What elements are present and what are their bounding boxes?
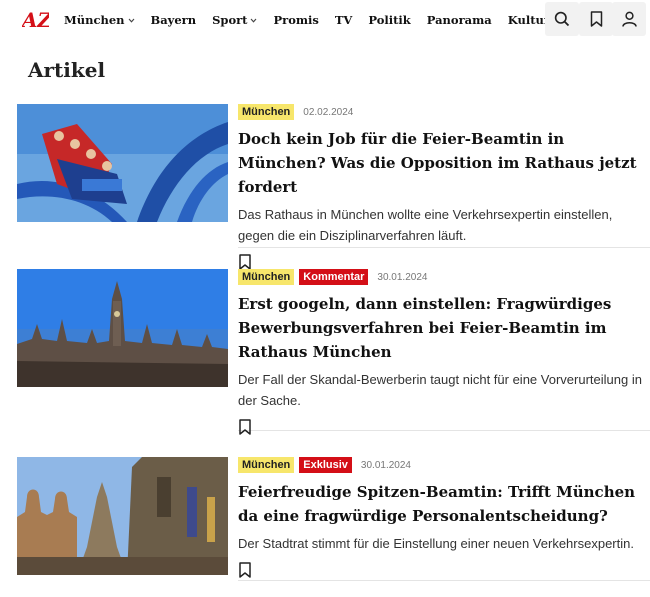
nav-item-sport[interactable]: Sport bbox=[212, 13, 257, 27]
article-meta: München Kommentar 30.01.2024 bbox=[238, 269, 650, 285]
rollercoaster-photo[interactable] bbox=[17, 104, 228, 222]
nav-item-tv[interactable]: TV bbox=[335, 13, 352, 27]
user-icon bbox=[621, 11, 637, 27]
category-tag[interactable]: München bbox=[238, 457, 295, 473]
marienplatz-photo[interactable] bbox=[17, 457, 228, 575]
article-meta: München 02.02.2024 bbox=[238, 104, 650, 120]
article-teaser-text: Der Fall der Skandal-Bewerberin taugt ni… bbox=[238, 372, 642, 408]
nav-item-label: Politik bbox=[368, 13, 411, 27]
category-tag[interactable]: München bbox=[238, 104, 295, 120]
top-navigation: AZ München Bayern Sport Promis TV Politik Pano… bbox=[0, 0, 650, 40]
nav-item-label: Bayern bbox=[150, 13, 197, 27]
nav-item-label: Sport bbox=[212, 13, 248, 27]
article-title[interactable]: Erst googeln, dann einstellen: Fragwürdi… bbox=[238, 292, 650, 364]
nav-item-label: Panorama bbox=[426, 13, 492, 27]
nav-item-label: Kultur bbox=[507, 13, 550, 27]
bookmark-icon[interactable] bbox=[238, 419, 252, 435]
article-title[interactable]: Feierfreudige Spitzen-Beamtin: Trifft Mü… bbox=[238, 480, 650, 528]
label-tag[interactable]: Exklusiv bbox=[299, 457, 352, 473]
nav-item-label: TV bbox=[334, 13, 353, 27]
article-date: 30.01.2024 bbox=[360, 459, 411, 471]
bookmark-icon bbox=[590, 11, 602, 27]
article-date: 02.02.2024 bbox=[303, 106, 354, 118]
article-teaser-text: Das Rathaus in München wollte eine Verke… bbox=[238, 207, 613, 243]
search-button[interactable] bbox=[545, 2, 579, 36]
article-meta: München Exklusiv 30.01.2024 bbox=[238, 457, 650, 473]
nav-item-label: Promis bbox=[273, 13, 319, 27]
article-teaser-text: Der Stadtrat stimmt für die Einstellung … bbox=[238, 536, 634, 551]
bookmark-icon[interactable] bbox=[238, 254, 252, 270]
account-button[interactable] bbox=[612, 2, 646, 36]
nav-item-panorama[interactable]: Panorama bbox=[427, 13, 492, 27]
nav-item-label: München bbox=[64, 13, 125, 27]
nav-item-münchen[interactable]: München bbox=[64, 13, 135, 27]
logo-text: AZ bbox=[22, 8, 49, 32]
nav-item-bayern[interactable]: Bayern bbox=[151, 13, 197, 27]
town-hall-photo[interactable] bbox=[17, 269, 228, 387]
category-tag[interactable]: München bbox=[238, 269, 295, 285]
label-tag[interactable]: Kommentar bbox=[299, 269, 369, 285]
page-title: Artikel bbox=[28, 58, 106, 82]
bookmark-icon[interactable] bbox=[238, 562, 252, 578]
az-logo[interactable]: AZ bbox=[22, 8, 49, 32]
chevron-down-icon bbox=[128, 18, 134, 23]
nav-item-politik[interactable]: Politik bbox=[368, 13, 410, 27]
chevron-down-icon bbox=[251, 18, 257, 23]
article-title[interactable]: Doch kein Job für die Feier-Beamtin in M… bbox=[238, 127, 650, 199]
bookmarks-button[interactable] bbox=[579, 2, 613, 36]
nav-item-promis[interactable]: Promis bbox=[273, 13, 318, 27]
search-icon bbox=[554, 11, 570, 27]
article-date: 30.01.2024 bbox=[377, 271, 428, 283]
